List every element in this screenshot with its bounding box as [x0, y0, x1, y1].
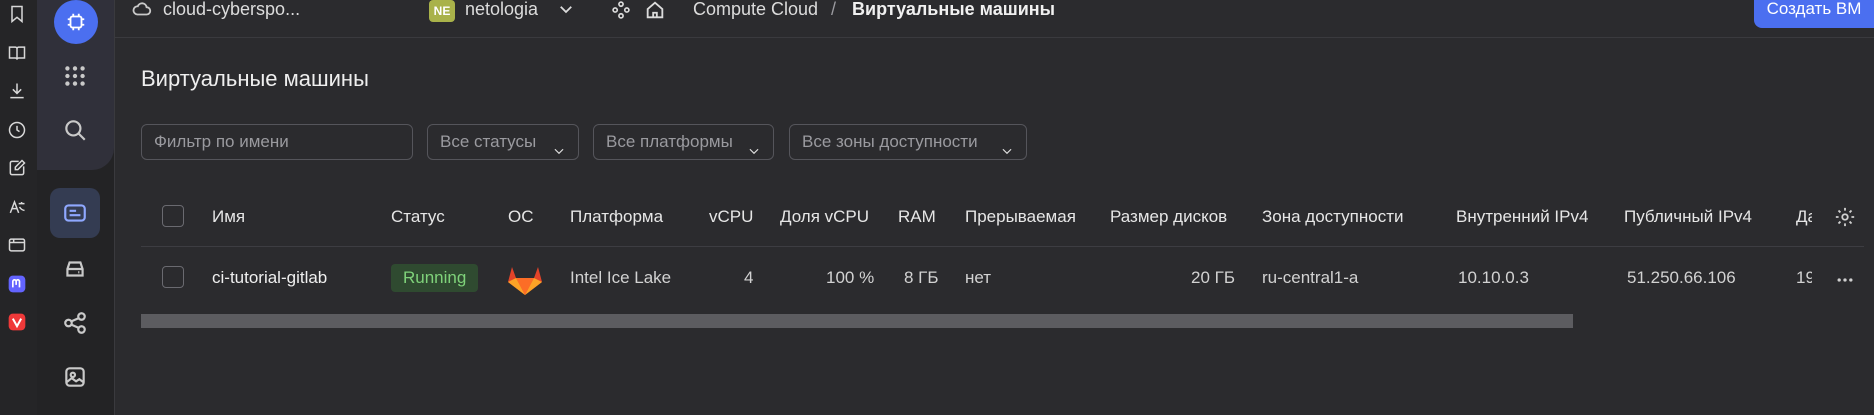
column-header-ram[interactable]: RAM: [898, 207, 936, 227]
bookmark-icon[interactable]: [5, 2, 29, 26]
breadcrumb-service[interactable]: Compute Cloud: [693, 0, 818, 18]
zone-filter-label: Все зоны доступности: [802, 132, 978, 151]
gitlab-icon: [507, 262, 543, 296]
row-checkbox[interactable]: [162, 266, 184, 288]
column-header-vcpu-share[interactable]: Доля vCPU: [780, 207, 869, 227]
column-header-public-ip[interactable]: Публичный IPv4: [1624, 207, 1752, 227]
window-icon[interactable]: [5, 233, 29, 257]
mastodon-icon[interactable]: [5, 272, 29, 296]
zone-cell: ru-central1-a: [1262, 268, 1359, 287]
reader-icon[interactable]: [5, 41, 29, 65]
column-header-preemptible[interactable]: Прерываемая: [965, 207, 1076, 227]
disks-icon[interactable]: [50, 244, 100, 294]
date-cell: 19: [1796, 268, 1812, 287]
platform-cell: Intel Ice Lake: [570, 268, 672, 287]
status-badge: Running: [391, 264, 479, 292]
chevron-down-icon[interactable]: [557, 0, 575, 18]
cloud-icon: [130, 0, 154, 20]
history-icon[interactable]: [5, 118, 29, 142]
public-ip-cell: 51.250.66.106: [1627, 268, 1736, 287]
platform-filter-select[interactable]: Все платформы: [593, 124, 774, 160]
column-header-status[interactable]: Статус: [391, 207, 445, 227]
horizontal-scrollbar[interactable]: [141, 314, 1573, 328]
create-vm-button[interactable]: Создать ВМ: [1754, 0, 1874, 28]
preemptible-cell: нет: [965, 268, 992, 287]
virtual-machines-icon[interactable]: [50, 188, 100, 238]
folder-badge: NE: [429, 0, 455, 22]
home-icon[interactable]: [644, 0, 666, 21]
app-sidebar: [37, 0, 115, 415]
ram-cell: 8 ГБ: [904, 268, 939, 287]
more-actions-icon[interactable]: [1834, 270, 1856, 290]
chevron-down-icon: [552, 136, 566, 155]
all-services-icon[interactable]: [50, 51, 100, 101]
name-filter-field[interactable]: [141, 124, 413, 160]
vivaldi-icon[interactable]: [5, 310, 29, 334]
folder-selector[interactable]: netologia: [465, 0, 538, 18]
top-bar: cloud-cyberspo... NE netologia Compute C…: [115, 0, 1874, 38]
compute-cloud-logo[interactable]: [54, 0, 98, 44]
zone-filter-select[interactable]: Все зоны доступности: [789, 124, 1027, 160]
vcpu-share-cell: 100 %: [826, 268, 875, 287]
vm-name-link[interactable]: ci-tutorial-gitlab: [212, 268, 327, 288]
breadcrumb-separator: /: [831, 0, 837, 19]
disk-size-cell: 20 ГБ: [1191, 268, 1235, 287]
column-header-disk-size[interactable]: Размер дисков: [1110, 207, 1227, 227]
status-filter-label: Все статусы: [440, 132, 537, 151]
services-graph-icon[interactable]: [610, 0, 632, 20]
column-header-date[interactable]: Да: [1796, 207, 1812, 227]
column-header-platform[interactable]: Платформа: [570, 207, 663, 227]
column-header-vcpu[interactable]: vCPU: [709, 207, 753, 227]
column-header-zone[interactable]: Зона доступности: [1262, 207, 1403, 227]
page-title: Виртуальные машины: [141, 66, 369, 91]
network-icon[interactable]: [50, 298, 100, 348]
breadcrumb-current: Виртуальные машины: [852, 0, 1056, 19]
cloud-selector[interactable]: cloud-cyberspo...: [163, 0, 300, 18]
translate-icon[interactable]: [5, 195, 29, 219]
vcpu-cell: 4: [744, 268, 754, 287]
browser-sidebar: [0, 0, 37, 415]
images-icon[interactable]: [50, 352, 100, 402]
status-filter-select[interactable]: Все статусы: [427, 124, 579, 160]
search-icon[interactable]: [50, 105, 100, 155]
column-header-internal-ip[interactable]: Внутренний IPv4: [1456, 207, 1588, 227]
platform-filter-label: Все платформы: [606, 132, 733, 151]
column-header-name[interactable]: Имя: [212, 207, 245, 227]
download-icon[interactable]: [5, 79, 29, 103]
select-all-checkbox[interactable]: [162, 205, 184, 227]
internal-ip-cell: 10.10.0.3: [1458, 268, 1529, 287]
name-filter-input[interactable]: [154, 132, 412, 152]
gear-icon[interactable]: [1834, 206, 1856, 228]
chevron-down-icon: [1000, 136, 1014, 155]
notes-icon[interactable]: [5, 156, 29, 180]
header-separator: [141, 246, 1864, 247]
column-header-os[interactable]: ОС: [508, 207, 534, 227]
chevron-down-icon: [747, 136, 761, 155]
